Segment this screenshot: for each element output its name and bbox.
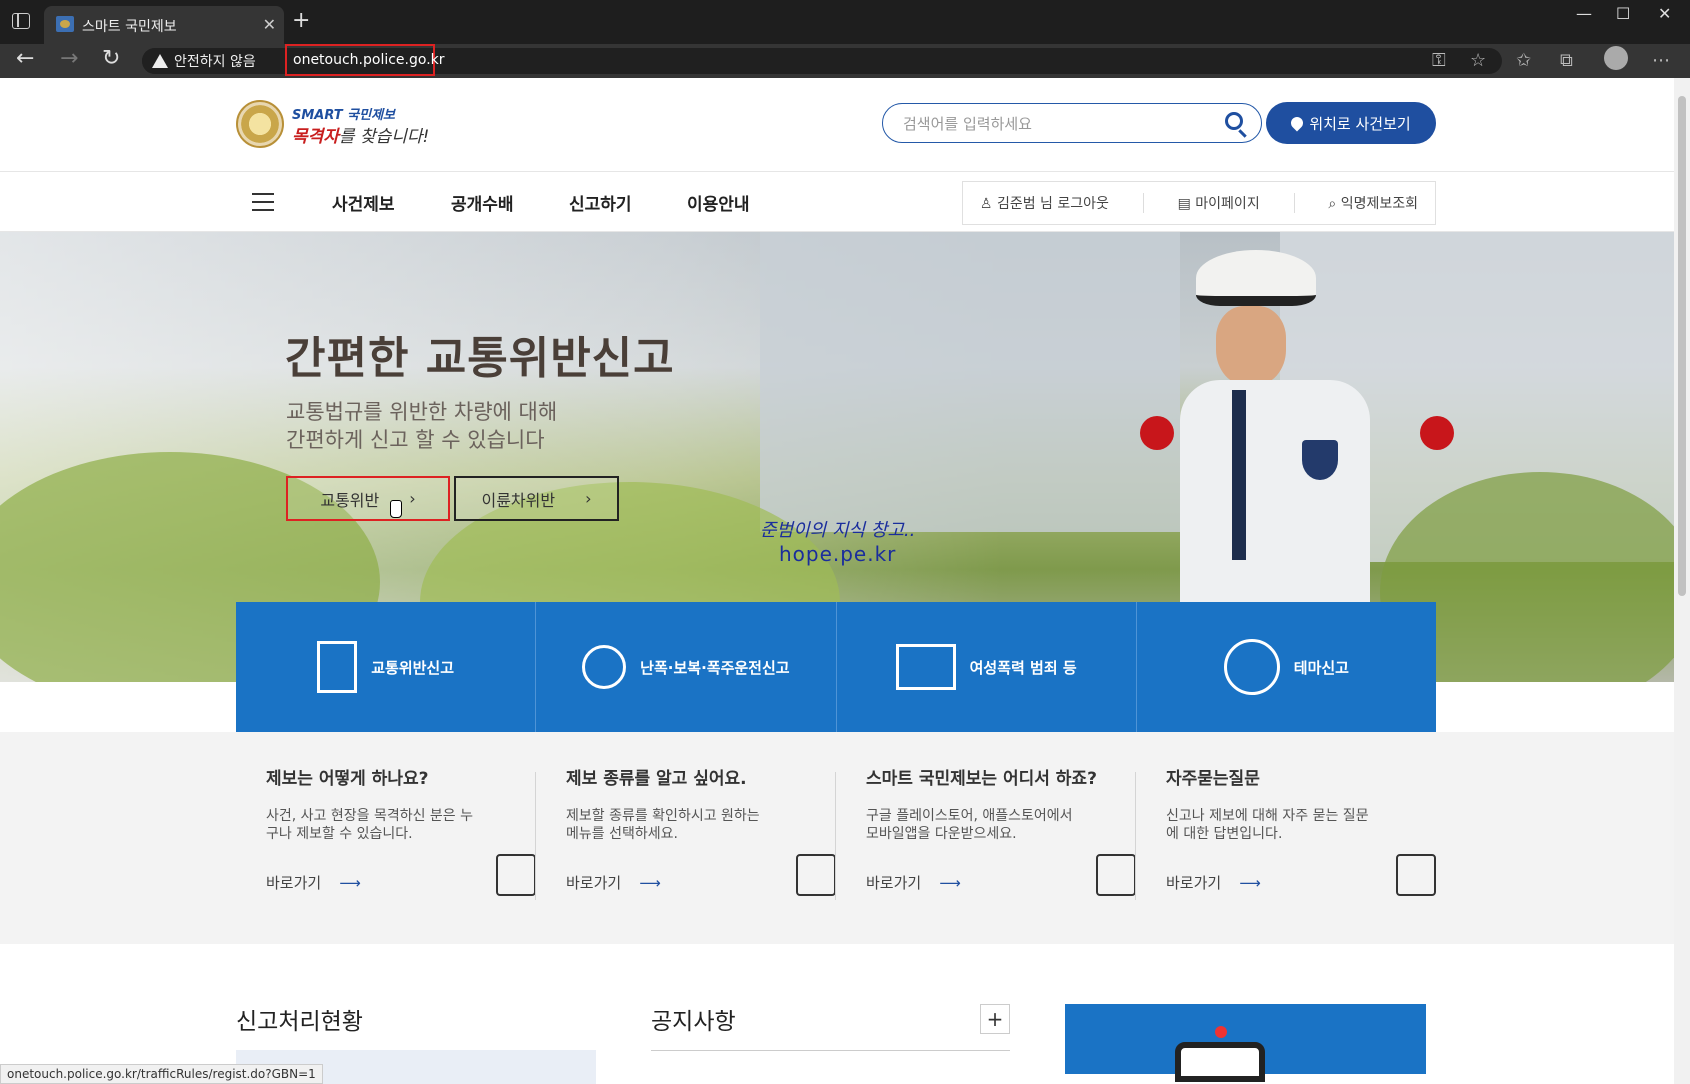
search-box[interactable] xyxy=(882,103,1262,143)
info-how: 제보는 어떻게 하나요? 사건, 사고 현장을 목격하신 분은 누구나 제보할 … xyxy=(266,764,566,924)
traffic-light xyxy=(1140,416,1174,450)
divider xyxy=(1142,193,1144,213)
browser-tab[interactable]: 스마트 국민제보 ✕ xyxy=(44,6,284,44)
logo-tagline-red: 목격자 xyxy=(292,127,339,147)
warning-icon xyxy=(152,54,168,68)
tab-title: 스마트 국민제보 xyxy=(82,19,177,35)
profile-avatar[interactable] xyxy=(1604,46,1628,70)
divider xyxy=(1293,193,1295,213)
anon-report-link[interactable]: ⌕ 익명제보조회 xyxy=(1328,193,1418,213)
status-section-title: 신고처리현황 xyxy=(236,1009,363,1035)
key-icon[interactable]: ⚿ xyxy=(1432,50,1446,71)
search-icon[interactable] xyxy=(1225,112,1243,130)
siren-icon xyxy=(1215,1026,1227,1038)
police-seal-icon xyxy=(236,100,284,148)
megaphone-icon xyxy=(496,854,536,896)
info-types: 제보 종류를 알고 싶어요. 제보할 종류를 확인하시고 원하는 메뉴를 선택하… xyxy=(566,764,866,924)
checklist-icon xyxy=(796,854,836,896)
close-tab-icon[interactable]: ✕ xyxy=(263,15,276,34)
service-reckless[interactable]: 난폭·보복·폭주운전신고 xyxy=(536,602,837,732)
more-icon[interactable]: ⋯ xyxy=(1652,50,1670,71)
divider xyxy=(835,772,836,900)
watermark: 준범이의 지식 창고.. hope.pe.kr xyxy=(760,520,916,566)
security-label: 안전하지 않음 xyxy=(174,54,256,70)
divider xyxy=(0,171,1674,172)
background-building xyxy=(760,232,1180,532)
motorcycle-violation-button[interactable]: 이륜차위반 › xyxy=(454,476,619,521)
police-officer-image xyxy=(1180,250,1380,610)
traffic-violation-button[interactable]: 교통위반 › xyxy=(286,476,450,521)
hero-subtitle: 교통법규를 위반한 차량에 대해 간편하게 신고 할 수 있습니다 xyxy=(286,400,558,452)
service-women[interactable]: 여성폭력 범죄 등 xyxy=(837,602,1137,732)
minimize-icon[interactable]: — xyxy=(1576,4,1592,23)
go-link[interactable]: 바로가기 xyxy=(1166,872,1261,893)
shop-shield-icon xyxy=(895,644,956,690)
hand-cursor-icon xyxy=(390,500,402,518)
forward-icon[interactable]: → xyxy=(60,46,78,71)
search-input[interactable] xyxy=(903,112,1203,136)
mypage-link[interactable]: ▤ 마이페이지 xyxy=(1178,193,1260,213)
service-traffic[interactable]: 교통위반신고 xyxy=(236,602,537,732)
gnb-item-guide[interactable]: 이용안내 xyxy=(687,190,750,215)
utility-menu: ♙ 김준범 님 로그아웃 ▤ 마이페이지 ⌕ 익명제보조회 xyxy=(962,181,1436,225)
go-link[interactable]: 바로가기 xyxy=(266,872,361,893)
favicon-icon xyxy=(56,16,74,32)
site-logo[interactable]: SMART 국민제보 목격자를 찾습니다! xyxy=(236,100,436,150)
maximize-icon[interactable]: ☐ xyxy=(1616,4,1630,23)
gnb-item-wanted[interactable]: 공개수배 xyxy=(451,190,514,215)
new-tab-icon[interactable]: + xyxy=(292,8,310,33)
divider xyxy=(535,772,536,900)
window-close-icon[interactable]: ✕ xyxy=(1658,4,1671,23)
location-button[interactable]: 위치로 사건보기 xyxy=(1266,102,1436,144)
status-url: onetouch.police.go.kr/trafficRules/regis… xyxy=(0,1064,323,1084)
phone-illustration xyxy=(1175,1042,1265,1082)
chevron-right-icon: › xyxy=(409,489,416,508)
menu-icon[interactable] xyxy=(252,193,274,211)
location-button-label: 위치로 사건보기 xyxy=(1309,114,1411,133)
security-indicator[interactable]: 안전하지 않음 xyxy=(142,48,266,74)
divider xyxy=(1135,772,1136,900)
traffic-light xyxy=(1420,416,1454,450)
scrollbar-thumb[interactable] xyxy=(1678,96,1686,596)
go-link[interactable]: 바로가기 xyxy=(866,872,961,893)
car-document-icon xyxy=(317,641,358,693)
phone-icon xyxy=(1096,854,1136,896)
service-thema[interactable]: 테마신고 xyxy=(1137,602,1436,732)
angry-car-icon xyxy=(582,645,627,689)
gnb-item-report[interactable]: 사건제보 xyxy=(332,190,395,215)
notice-more-button[interactable]: + xyxy=(980,1004,1010,1034)
go-link[interactable]: 바로가기 xyxy=(566,872,661,893)
gnb-item-report-now[interactable]: 신고하기 xyxy=(569,190,632,215)
map-pin-icon xyxy=(1288,114,1306,132)
hero-title: 간편한 교통위반신고 xyxy=(285,333,675,384)
notice-section-title: 공지사항 xyxy=(651,1009,736,1035)
logo-smart-text: SMART 국민제보 xyxy=(292,108,396,123)
favorite-add-icon[interactable]: ☆ xyxy=(1470,50,1486,71)
tab-actions-icon[interactable] xyxy=(12,13,30,29)
info-where: 스마트 국민제보는 어디서 하죠? 구글 플레이스토어, 애플스토어에서 모바일… xyxy=(866,764,1166,924)
collections-icon[interactable]: ⧉ xyxy=(1560,50,1573,71)
logo-tagline-rest: 를 찾습니다! xyxy=(338,127,430,147)
app-banner[interactable] xyxy=(1065,1004,1426,1082)
chat-icon xyxy=(1396,854,1436,896)
thema-pen-icon xyxy=(1223,639,1280,695)
url-text[interactable]: onetouch.police.go.kr xyxy=(285,44,445,76)
service-bar: 교통위반신고 난폭·보복·폭주운전신고 여성폭력 범죄 등 테마신고 xyxy=(236,602,1436,732)
user-logout-link[interactable]: ♙ 김준범 님 로그아웃 xyxy=(980,193,1109,213)
info-faq: 자주묻는질문 신고나 제보에 대해 자주 묻는 질문에 대한 답변입니다. 바로… xyxy=(1166,764,1466,924)
chevron-right-icon: › xyxy=(585,489,592,508)
refresh-icon[interactable]: ↻ xyxy=(102,46,120,71)
logo-tagline: 목격자를 찾습니다! xyxy=(292,122,429,147)
favorites-icon[interactable]: ✩ xyxy=(1516,50,1531,71)
back-icon[interactable]: ← xyxy=(16,46,34,71)
divider xyxy=(651,1050,1010,1051)
